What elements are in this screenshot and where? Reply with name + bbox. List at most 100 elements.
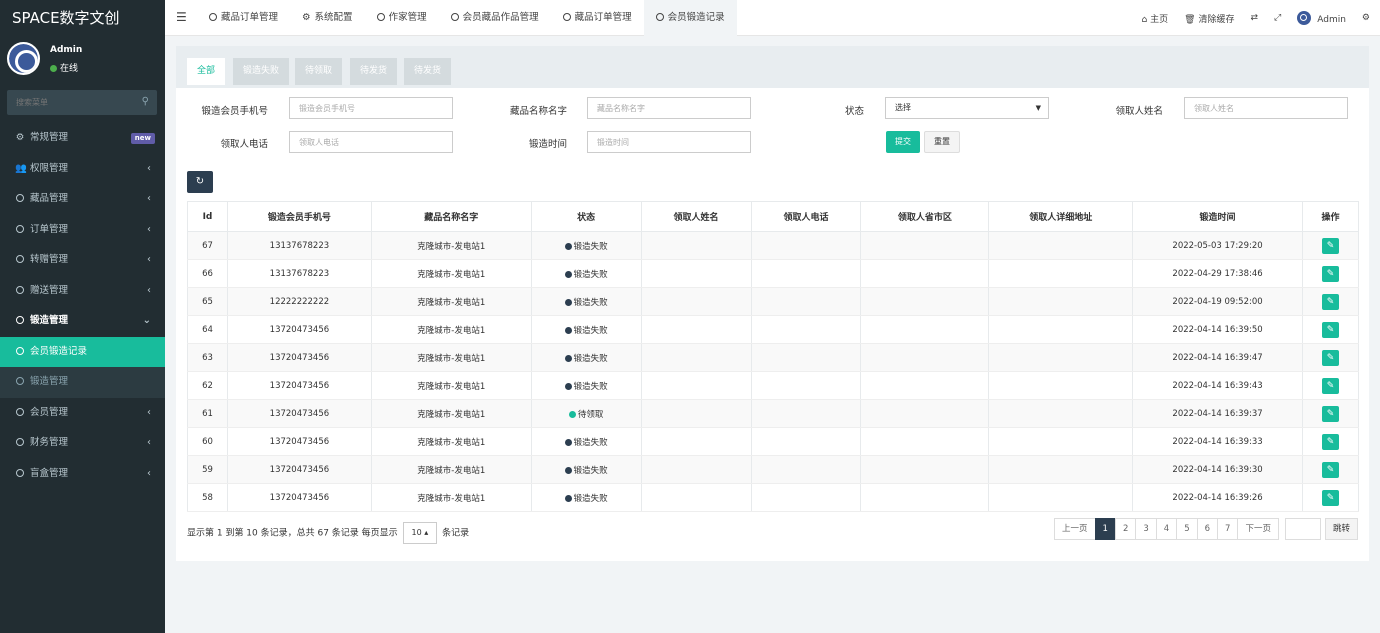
edit-button[interactable]: ✎ [1321,405,1339,422]
clear-cache-link[interactable]: 🗑 清除缓存 [1184,12,1234,25]
page-5-button[interactable]: 5 [1176,518,1198,540]
sidebar-item-member-forge-records[interactable]: 会员锻造记录 [0,336,165,367]
topbar-right: ⌂ 主页 🗑 清除缓存 ⇄ ⤢ Admin ⚙ [1126,0,1370,36]
status-dot-icon [564,242,572,250]
phone-input[interactable] [289,97,453,119]
status-label: 状态 [844,106,864,117]
prev-page-button[interactable]: 上一页 [1054,518,1096,540]
status-select[interactable]: 选择 ▼ [885,97,1049,119]
sidebar-item-collections[interactable]: 藏品管理 ‹ [0,184,165,215]
col-phone[interactable]: 锻造会员手机号 [226,201,372,232]
page-4-button[interactable]: 4 [1155,518,1178,540]
col-actions: 操作 [1301,201,1360,232]
next-page-button[interactable]: 下一页 [1237,518,1279,540]
sidebar-item-blindbox[interactable]: 盲盒管理 ‹ [0,459,165,490]
page-7-button[interactable]: 7 [1217,518,1239,540]
status-dot-icon [564,298,572,306]
submit-button[interactable]: 提交 [886,131,920,153]
menu-search-input[interactable] [7,90,127,115]
receiver-phone-input[interactable] [289,131,453,153]
tab-system-config[interactable]: ⚙ 系统配置 [290,0,365,36]
page-3-button[interactable]: 3 [1135,518,1157,540]
users-icon: 👥 [15,162,27,174]
status-badge: 锻造失败 [530,259,642,288]
sidebar-item-members[interactable]: 会员管理 ‹ [0,398,165,429]
refresh-button[interactable]: ↻ [187,171,213,193]
sidebar-item-transfer[interactable]: 转赠管理 ‹ [0,245,165,276]
chevron-left-icon: ‹ [147,193,151,204]
jump-button[interactable]: 跳转 [1324,518,1358,540]
table-row: 63 13720473456 克隆城市-发电站1 锻造失败 2022-04-14 16:… [187,343,1360,372]
table-row: 67 13137678223 克隆城市-发电站1 锻造失败 2022-05-03 17:… [187,231,1360,260]
language-icon[interactable]: ⇄ [1250,13,1258,23]
reset-button[interactable]: 重置 [924,131,960,153]
col-status[interactable]: 状态 [530,201,642,232]
page-2-button[interactable]: 2 [1114,518,1137,540]
col-collection-name[interactable]: 藏品名称名字 [370,201,532,232]
col-receiver-phone[interactable]: 领取人电话 [750,201,862,232]
filter-tab-all[interactable]: 全部 [187,58,226,85]
tab-member-forge-records[interactable]: 会员锻造记录 [643,0,737,36]
collection-name-label: 藏品名称名字 [509,106,567,117]
fullscreen-icon[interactable]: ⤢ [1274,13,1281,23]
forge-time-input[interactable] [587,131,751,153]
tab-author-manage[interactable]: 作家管理 [365,0,439,36]
filter-tab-pending-ship[interactable]: 待发货 [350,58,398,85]
status-badge: 锻造失败 [530,343,642,372]
col-id[interactable]: Id [187,201,228,232]
home-icon: ⌂ [1141,14,1148,25]
edit-button[interactable]: ✎ [1321,433,1339,450]
edit-button[interactable]: ✎ [1321,293,1339,310]
avatar [1297,11,1312,25]
refresh-icon: ↻ [195,176,205,187]
col-receiver-region[interactable]: 领取人省市区 [860,201,990,232]
edit-button[interactable]: ✎ [1321,237,1339,254]
cog-icon: ⚙ [302,12,311,23]
col-receiver-address[interactable]: 领取人详细地址 [988,201,1134,232]
edit-button[interactable]: ✎ [1321,489,1339,506]
filter-tab-pending-claim[interactable]: 待领取 [295,58,343,85]
user-menu[interactable]: Admin [1297,11,1346,25]
caret-up-icon: ▴ [424,528,429,537]
sidebar-item-finance[interactable]: 财务管理 ‹ [0,428,165,459]
collection-name-input[interactable] [587,97,751,119]
sidebar-item-gift[interactable]: 赠送管理 ‹ [0,276,165,307]
tab-collection-orders-2[interactable]: 藏品订单管理 [551,0,644,36]
status-badge: 锻造失败 [530,315,642,344]
sidebar-item-permissions[interactable]: 👥 权限管理 ‹ [0,154,165,185]
tab-member-collection-works[interactable]: 会员藏品作品管理 [439,0,551,36]
pencil-icon: ✎ [1326,268,1335,279]
edit-button[interactable]: ✎ [1321,265,1339,282]
filter-tab-pending-ship-2[interactable]: 待发货 [404,58,452,85]
chevron-left-icon: ‹ [147,467,151,479]
jump-page-input[interactable] [1284,518,1321,540]
home-link[interactable]: ⌂ 主页 [1142,12,1169,25]
page-size-select[interactable]: 10 ▴ [402,522,438,544]
edit-button[interactable]: ✎ [1321,461,1339,478]
sidebar-item-forge[interactable]: 锻造管理 ⌄ [0,306,165,337]
settings-icon[interactable]: ⚙ [1362,13,1370,23]
page-1-button[interactable]: 1 [1094,518,1116,540]
edit-button[interactable]: ✎ [1321,349,1339,366]
sidebar-search: ⚲ [7,90,157,115]
circle-icon [16,377,24,385]
filter-tab-forge-failed[interactable]: 锻造失败 [233,58,290,85]
status-badge: 待领取 [530,399,642,428]
edit-button[interactable]: ✎ [1321,321,1339,338]
menu-toggle-icon[interactable]: ☰ [176,10,187,24]
edit-button[interactable]: ✎ [1321,377,1339,394]
chevron-left-icon: ‹ [147,223,151,235]
sidebar-item-general[interactable]: ⚙ 常规管理 new [0,123,165,154]
col-receiver-name[interactable]: 领取人姓名 [640,201,752,232]
chevron-left-icon: ‹ [147,284,151,296]
sidebar-item-forge-manage[interactable]: 锻造管理 [0,367,165,398]
receiver-name-input[interactable] [1184,97,1348,119]
circle-icon [16,224,24,233]
pencil-icon: ✎ [1326,240,1335,251]
page-6-button[interactable]: 6 [1196,518,1219,540]
brand-logo[interactable]: SPACE数字文创 [0,0,165,36]
search-icon[interactable]: ⚲ [142,96,149,107]
tab-collection-orders[interactable]: 藏品订单管理 [197,0,290,36]
col-forge-time[interactable]: 锻造时间 [1132,201,1303,232]
sidebar-item-orders[interactable]: 订单管理 ‹ [0,215,165,246]
